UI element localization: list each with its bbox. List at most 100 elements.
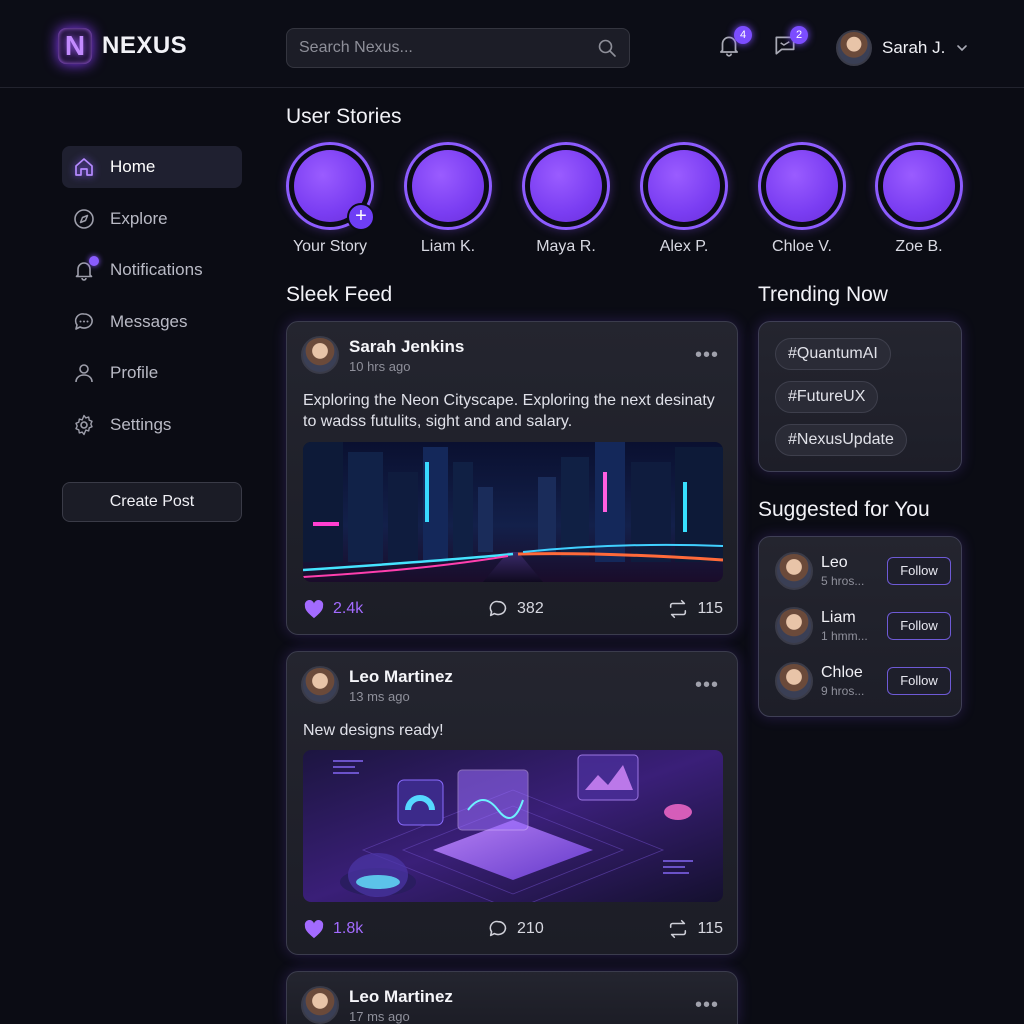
chevron-down-icon [957, 45, 968, 52]
suggested-panel: Leo 5 hros... Follow Liam 1 hmm... Follo… [758, 536, 962, 717]
add-story-icon[interactable]: + [347, 203, 375, 231]
repost-icon [670, 919, 687, 939]
like-button[interactable]: 2.4k [303, 599, 363, 619]
trending-panel: #QuantumAI #FutureUX #NexusUpdate [758, 321, 962, 472]
comment-icon [489, 600, 507, 617]
avatar[interactable] [775, 607, 813, 645]
story-item[interactable]: Liam K. [403, 142, 493, 256]
repost-icon [670, 599, 687, 619]
avatar[interactable] [775, 552, 813, 590]
sidebar-item-label: Explore [110, 209, 168, 228]
sidebar-item-settings[interactable]: Settings [62, 404, 242, 446]
post-author[interactable]: Sarah Jenkins [349, 337, 464, 357]
follow-button[interactable]: Follow [887, 667, 951, 695]
search-bar[interactable] [286, 28, 630, 68]
story-item[interactable]: Maya R. [521, 142, 611, 256]
sidebar-item-label: Notifications [110, 260, 203, 279]
bell-icon [72, 256, 99, 282]
avatar[interactable] [775, 662, 813, 700]
post-actions: 2.4k 382 115 [303, 598, 723, 620]
share-count: 115 [697, 920, 723, 937]
post-text: Exploring the Neon Cityscape. Exploring … [303, 392, 715, 430]
suggested-user-name[interactable]: Chloe [821, 664, 887, 682]
story-avatar [522, 142, 610, 230]
user-icon [72, 361, 96, 385]
logo[interactable]: N NEXUS [58, 28, 187, 64]
post-time: 10 hrs ago [349, 358, 411, 374]
story-label: Liam K. [420, 238, 476, 255]
comment-icon [489, 920, 507, 937]
follow-button[interactable]: Follow [887, 557, 951, 585]
feed-title: Sleek Feed [286, 283, 393, 306]
more-options-icon[interactable]: ••• [695, 344, 719, 367]
logo-mark: N [58, 28, 92, 64]
sidebar-item-label: Home [110, 157, 156, 176]
trending-tag[interactable]: #FutureUX [775, 381, 879, 413]
avatar[interactable] [301, 986, 339, 1024]
comment-button[interactable]: 210 [487, 918, 544, 940]
user-menu[interactable]: Sarah J. [836, 30, 969, 66]
like-button[interactable]: 1.8k [303, 919, 363, 939]
post-image[interactable] [303, 750, 723, 902]
sidebar-item-label: Messages [110, 312, 188, 331]
follow-button[interactable]: Follow [887, 612, 951, 640]
post-image[interactable] [303, 442, 723, 582]
user-name: Sarah J. [882, 38, 946, 57]
suggested-user-name[interactable]: Liam [821, 609, 887, 627]
sidebar-item-label: Settings [110, 415, 172, 434]
more-options-icon[interactable]: ••• [695, 674, 719, 697]
create-post-button[interactable]: Create Post [62, 482, 242, 522]
notification-dot [89, 256, 99, 266]
suggested-user-name[interactable]: Leo [821, 554, 887, 572]
story-avatar: + [286, 142, 375, 231]
story-item[interactable]: Zoe B. [874, 142, 964, 256]
avatar[interactable] [301, 666, 339, 704]
post-author[interactable]: Leo Martinez [349, 667, 453, 687]
avatar [836, 30, 872, 66]
trending-tag[interactable]: #NexusUpdate [775, 424, 907, 456]
story-label: Maya R. [536, 238, 596, 255]
comment-button[interactable]: 382 [487, 598, 544, 620]
post-header: Sarah Jenkins 10 hrs ago [301, 336, 464, 374]
sidebar-item-home[interactable]: Home [62, 146, 242, 188]
trending-tag[interactable]: #QuantumAI [775, 338, 891, 370]
like-count: 1.8k [333, 920, 364, 937]
sidebar-item-explore[interactable]: Explore [62, 198, 242, 240]
feed-post: Leo Martinez 17 ms ago ••• [286, 971, 738, 1024]
post-header: Leo Martinez 17 ms ago [301, 986, 453, 1024]
suggested-user: Leo 5 hros... Follow [775, 549, 951, 593]
gear-icon [72, 413, 96, 437]
search-input[interactable] [299, 39, 597, 57]
story-label: Zoe B. [895, 238, 943, 255]
story-item[interactable]: + Your Story [285, 142, 375, 256]
feed-post: Sarah Jenkins 10 hrs ago ••• Exploring t… [286, 321, 738, 635]
compass-icon [72, 207, 96, 231]
home-icon [72, 155, 96, 179]
chat-icon [72, 310, 96, 334]
like-count: 2.4k [333, 600, 364, 617]
share-button[interactable]: 115 [667, 918, 723, 940]
sidebar-item-notifications[interactable]: Notifications [62, 249, 242, 291]
comment-count: 382 [517, 600, 544, 617]
share-button[interactable]: 115 [667, 598, 723, 620]
sidebar-item-profile[interactable]: Profile [62, 352, 242, 394]
suggested-user-meta: 5 hros... [821, 574, 865, 588]
avatar[interactable] [301, 336, 339, 374]
suggested-user: Chloe 9 hros... Follow [775, 659, 951, 703]
more-options-icon[interactable]: ••• [695, 994, 719, 1017]
messages-button[interactable]: 2 [772, 26, 808, 60]
post-header: Leo Martinez 13 ms ago [301, 666, 453, 704]
story-item[interactable]: Chloe V. [757, 142, 847, 256]
stories-title: User Stories [286, 105, 402, 128]
story-item[interactable]: Alex P. [639, 142, 729, 256]
suggested-user-meta: 9 hros... [821, 684, 865, 698]
sidebar-item-messages[interactable]: Messages [62, 301, 242, 343]
feed-post: Leo Martinez 13 ms ago ••• New designs r… [286, 651, 738, 955]
post-author[interactable]: Leo Martinez [349, 987, 453, 1007]
notifications-button[interactable]: 4 [716, 26, 752, 60]
top-bar: N NEXUS 4 2 Sarah J. [0, 0, 1024, 88]
story-avatar [875, 142, 963, 230]
comment-count: 210 [517, 920, 544, 937]
heart-icon [304, 919, 324, 939]
search-icon[interactable] [597, 38, 617, 58]
